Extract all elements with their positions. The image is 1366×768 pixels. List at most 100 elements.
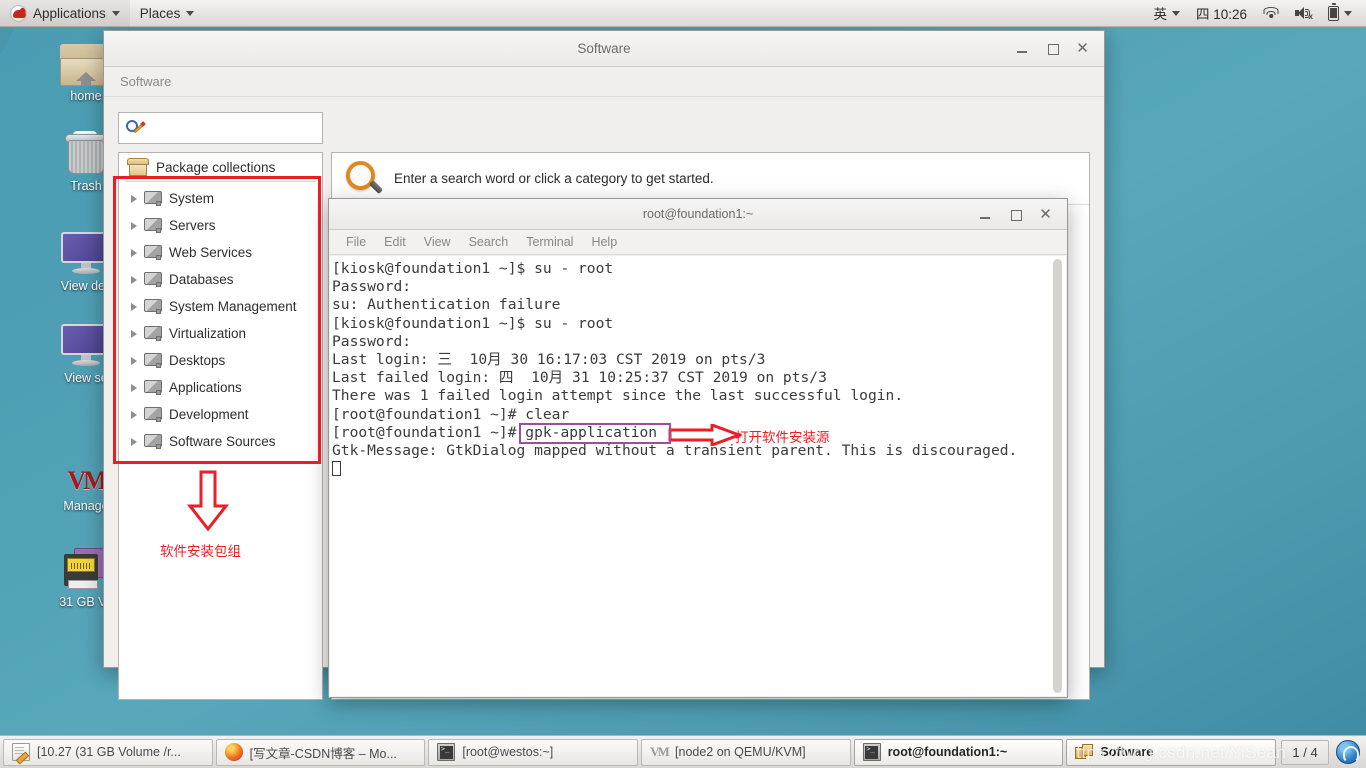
category-list: System Servers Web Services Databases System…: [119, 185, 322, 455]
category-item-web-services[interactable]: Web Services: [119, 239, 322, 266]
category-icon: [144, 434, 162, 449]
category-item-label: Software Sources: [169, 434, 276, 449]
terminal-icon: [437, 743, 456, 761]
terminal-menu-file[interactable]: File: [337, 233, 375, 251]
speaker-muted-icon: x: [1295, 6, 1313, 20]
chevron-right-icon[interactable]: [131, 221, 137, 230]
category-item-virtualization[interactable]: Virtualization: [119, 320, 322, 347]
software-titlebar[interactable]: Software ✕: [104, 31, 1104, 67]
category-item-servers[interactable]: Servers: [119, 212, 322, 239]
terminal-scrollbar[interactable]: [1051, 259, 1064, 693]
chevron-right-icon[interactable]: [131, 275, 137, 284]
taskbar-item-terminal-foundation1[interactable]: root@foundation1:~: [853, 738, 1064, 766]
system-tray: 英 四 10:26 x: [1147, 0, 1366, 27]
taskbar-item-firefox[interactable]: [写文章-CSDN博客 – Mo...: [215, 738, 426, 766]
chevron-right-icon[interactable]: [131, 410, 137, 419]
terminal-menu-terminal[interactable]: Terminal: [517, 233, 582, 251]
category-item-development[interactable]: Development: [119, 401, 322, 428]
category-tree-pane[interactable]: Package collections System Servers Web Ser…: [118, 152, 323, 700]
taskbar-item-notes[interactable]: [10.27 (31 GB Volume /r...: [3, 738, 213, 766]
chevron-right-icon[interactable]: [131, 329, 137, 338]
applications-menu[interactable]: Applications: [0, 0, 130, 27]
terminal-menu-search[interactable]: Search: [460, 233, 518, 251]
magnifier-icon: [346, 160, 384, 197]
taskbar-item-label: [node2 on QEMU/KVM]: [675, 745, 806, 759]
category-item-databases[interactable]: Databases: [119, 266, 322, 293]
maximize-button[interactable]: [1045, 41, 1060, 56]
clock-label: 四 10:26: [1195, 7, 1247, 22]
terminal-line: su: Authentication failure: [332, 296, 561, 314]
firefox-icon: [224, 743, 243, 761]
category-item-applications[interactable]: Applications: [119, 374, 322, 401]
terminal-line: Password:: [332, 332, 412, 350]
chevron-right-icon[interactable]: [131, 383, 137, 392]
chevron-right-icon[interactable]: [131, 437, 137, 446]
chevron-right-icon[interactable]: [131, 194, 137, 203]
terminal-window-title: root@foundation1:~: [642, 207, 754, 221]
taskbar-item-software[interactable]: Software: [1066, 738, 1277, 766]
search-input[interactable]: [118, 112, 323, 144]
category-item-label: System: [169, 191, 215, 206]
terminal-line: [root@foundation1 ~]# clear: [332, 405, 570, 423]
input-method-indicator[interactable]: 英: [1147, 0, 1186, 27]
terminal-line: Gtk-Message: GtkDialog mapped without a …: [332, 442, 1018, 460]
close-button[interactable]: ✕: [1075, 41, 1090, 56]
category-icon: [144, 407, 162, 422]
category-item-system[interactable]: System: [119, 185, 322, 212]
package-collections-header[interactable]: Package collections: [119, 153, 322, 180]
terminal-menu-view[interactable]: View: [415, 233, 460, 251]
virt-manager-icon: VM: [650, 744, 670, 759]
search-row: [118, 112, 1090, 144]
terminal-screen[interactable]: [kiosk@foundation1 ~]$ su - root Password…: [330, 256, 1066, 696]
category-item-label: Development: [169, 407, 249, 422]
terminal-titlebar[interactable]: root@foundation1:~ ✕: [329, 199, 1067, 230]
chevron-right-icon[interactable]: [131, 302, 137, 311]
minimize-button[interactable]: [978, 207, 993, 222]
terminal-cursor: [332, 460, 1060, 478]
input-method-label: 英: [1153, 7, 1167, 22]
terminal-line: [kiosk@foundation1 ~]$ su - root: [332, 260, 614, 277]
category-item-system-management[interactable]: System Management: [119, 293, 322, 320]
clock[interactable]: 四 10:26: [1190, 0, 1253, 27]
terminal-icon: [862, 743, 881, 761]
category-icon: [144, 380, 162, 395]
category-item-label: System Management: [169, 299, 297, 314]
category-item-label: Databases: [169, 272, 234, 287]
minimize-button[interactable]: [1015, 41, 1030, 56]
category-item-label: Servers: [169, 218, 216, 233]
terminal-line: There was 1 failed login attempt since t…: [332, 387, 904, 405]
maximize-button[interactable]: [1008, 207, 1023, 222]
terminal-line: Password:: [332, 278, 412, 296]
taskbar-item-label: root@foundation1:~: [887, 745, 1008, 759]
battery-indicator[interactable]: [1322, 0, 1358, 27]
category-item-software-sources[interactable]: Software Sources: [119, 428, 322, 455]
taskbar-item-terminal-westos[interactable]: [root@westos:~]: [428, 738, 639, 766]
category-icon: [144, 191, 162, 206]
chevron-down-icon: [111, 10, 120, 16]
chevron-right-icon[interactable]: [131, 356, 137, 365]
software-subheader: Software: [104, 67, 1104, 97]
chevron-right-icon[interactable]: [131, 248, 137, 257]
places-menu[interactable]: Places: [130, 0, 205, 27]
terminal-line: [kiosk@foundation1 ~]$ su - root: [332, 314, 614, 332]
volume-indicator[interactable]: x: [1289, 0, 1318, 27]
software-window-controls: ✕: [1015, 41, 1104, 56]
scrollbar-thumb[interactable]: [1053, 259, 1062, 693]
network-indicator[interactable]: [1257, 0, 1285, 27]
terminal-window[interactable]: root@foundation1:~ ✕ File Edit View Search T…: [328, 198, 1068, 698]
software-icon: [1075, 743, 1094, 761]
taskbar-item-virt-manager[interactable]: VM [node2 on QEMU/KVM]: [641, 738, 851, 766]
terminal-menu-help[interactable]: Help: [582, 233, 626, 251]
terminal-window-controls: ✕: [978, 207, 1067, 222]
workspace-indicator-label: 1 / 4: [1292, 744, 1318, 760]
category-item-desktops[interactable]: Desktops: [119, 347, 322, 374]
terminal-menu-edit[interactable]: Edit: [375, 233, 415, 251]
chevron-down-icon: [186, 10, 195, 16]
ibus-icon[interactable]: [1336, 740, 1361, 764]
header-divider: [125, 181, 316, 182]
category-item-label: Applications: [169, 380, 242, 395]
close-button[interactable]: ✕: [1038, 207, 1053, 222]
workspace-indicator[interactable]: 1 / 4: [1281, 739, 1330, 765]
taskbar-item-label: Software: [1100, 745, 1154, 759]
category-item-label: Desktops: [169, 353, 226, 368]
